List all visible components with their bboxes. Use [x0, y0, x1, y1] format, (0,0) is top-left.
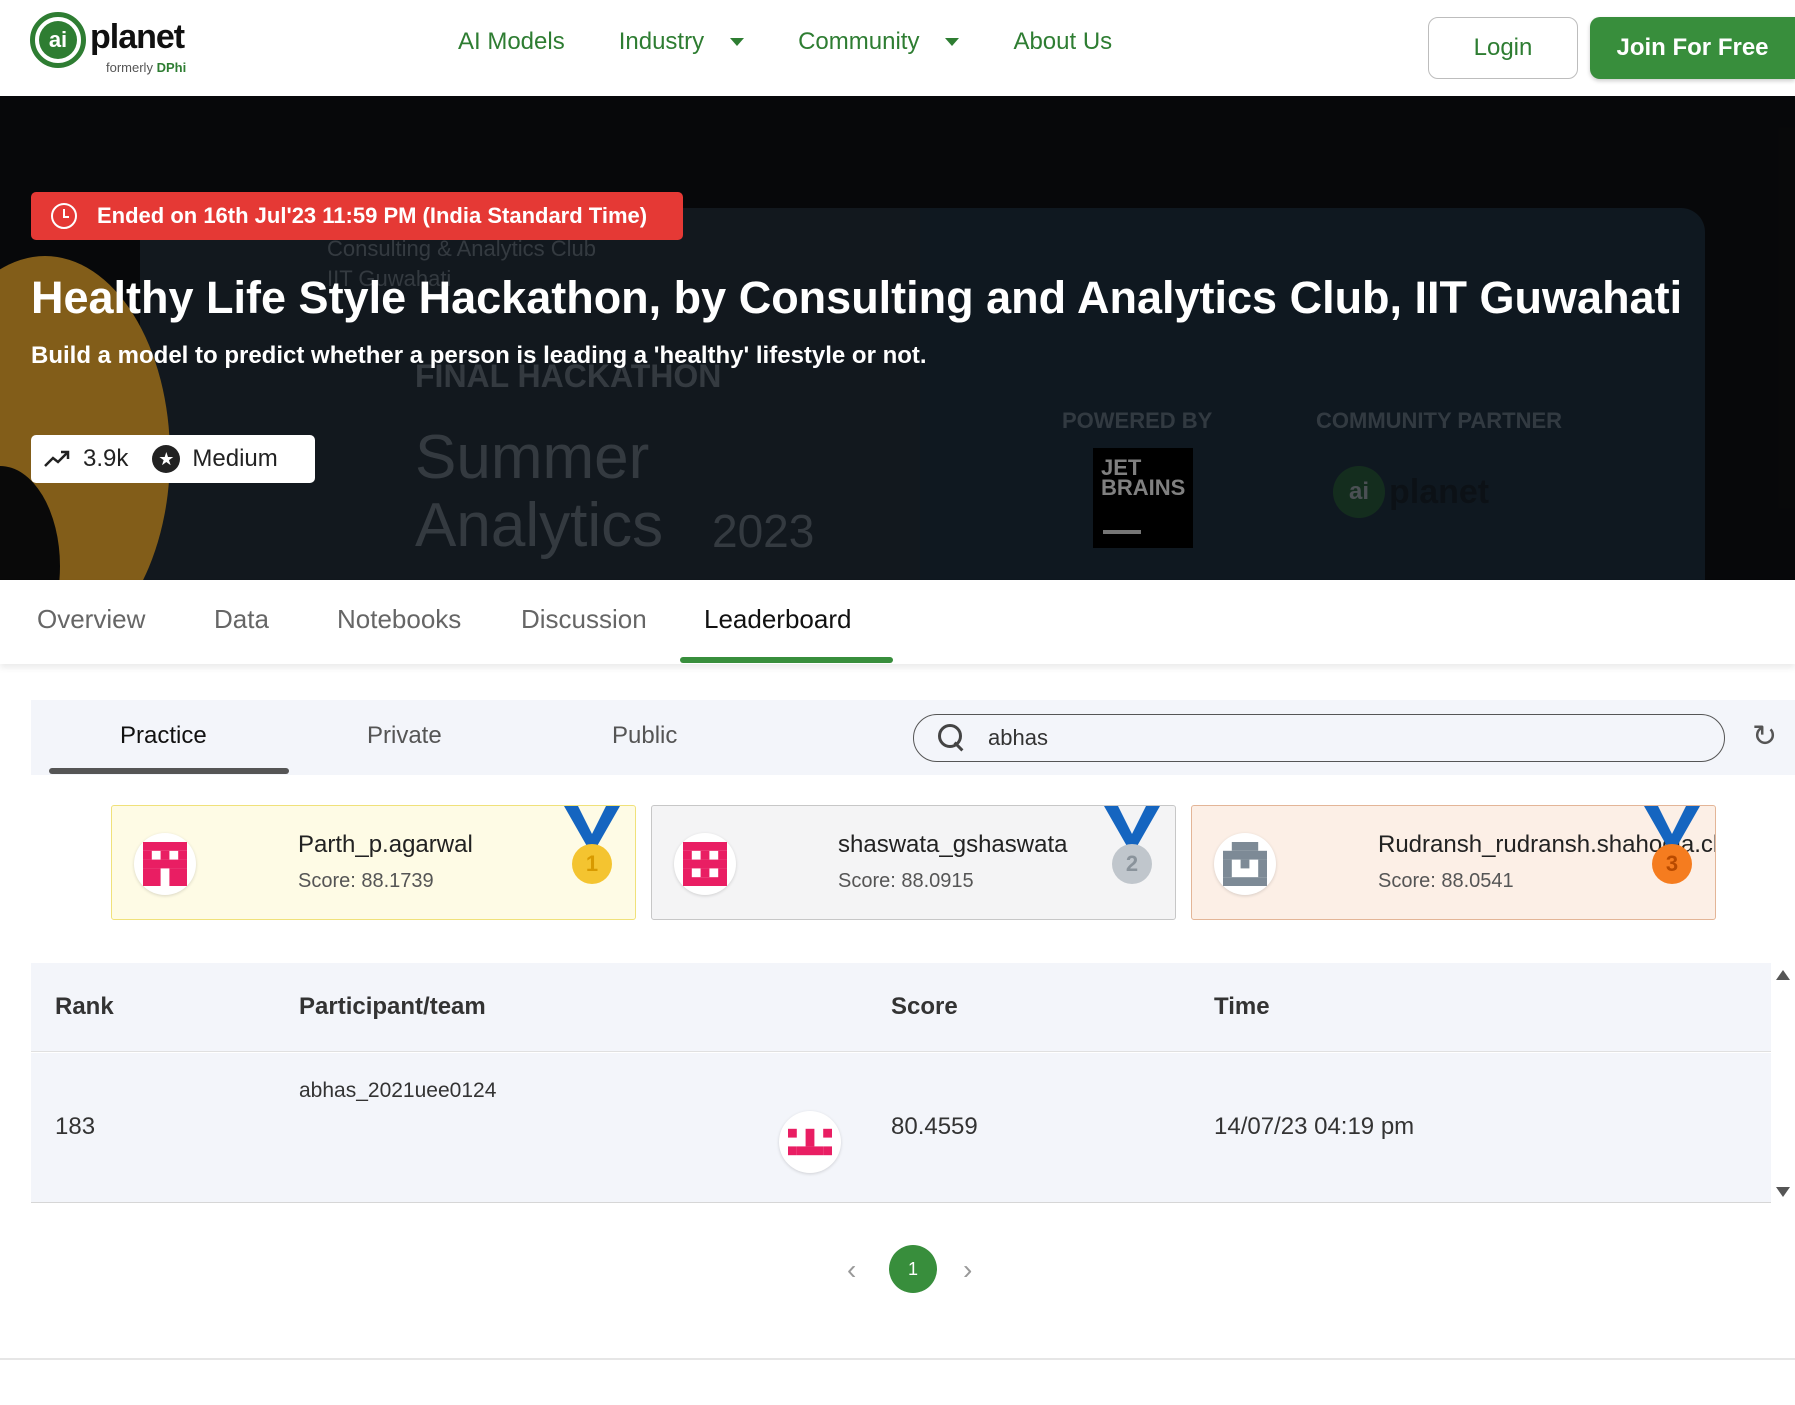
hero-overlay: [0, 96, 1795, 580]
difficulty-label: Medium: [192, 445, 278, 472]
medal-ribbon: [1104, 806, 1160, 848]
avatar: [134, 833, 196, 895]
leaderboard-search: [913, 714, 1725, 762]
subtab-private[interactable]: Private: [367, 722, 442, 750]
search-icon: [938, 724, 966, 752]
medal-rank: 1: [572, 844, 612, 884]
column-participant: Participant/team: [299, 993, 486, 1020]
logo-formerly-brand: DPhi: [156, 60, 187, 75]
clock-icon: [51, 203, 77, 229]
tab-notebooks[interactable]: Notebooks: [337, 604, 461, 635]
medal-ribbon: [1644, 806, 1700, 848]
identicon: [788, 1128, 832, 1156]
avatar: [674, 833, 736, 895]
column-time: Time: [1214, 993, 1270, 1020]
logo-formerly: formerly DPhi: [106, 60, 186, 75]
trending-up-icon: [44, 450, 70, 467]
page-subtitle: Build a model to predict whether a perso…: [31, 342, 927, 369]
scroll-up-arrow-icon[interactable]: [1776, 970, 1790, 980]
nav-industry-label: Industry: [618, 28, 705, 55]
row-rank: 183: [55, 1113, 96, 1140]
avatar: [779, 1111, 841, 1173]
ended-status-text: Ended on 16th Jul'23 11:59 PM (India Sta…: [97, 203, 648, 228]
tab-overview[interactable]: Overview: [37, 604, 145, 635]
logo-mark-text: ai: [39, 21, 77, 59]
login-button[interactable]: Login: [1428, 17, 1578, 79]
tab-data[interactable]: Data: [214, 604, 269, 635]
nav-community[interactable]: Community: [798, 28, 960, 56]
column-score: Score: [891, 993, 958, 1020]
subtab-public[interactable]: Public: [612, 722, 677, 750]
active-subtab-indicator: [49, 768, 289, 774]
column-rank: Rank: [55, 993, 114, 1020]
pagination-current-page[interactable]: 1: [889, 1245, 937, 1293]
top3-score: Score: 88.1739: [298, 870, 434, 892]
top3-score: Score: 88.0915: [838, 870, 974, 892]
top3-score: Score: 88.0541: [1378, 870, 1514, 892]
identicon: [143, 842, 187, 886]
ended-status-badge: Ended on 16th Jul'23 11:59 PM (India Sta…: [31, 192, 683, 240]
site-header: ai planet formerly DPhi AI Models Indust…: [0, 0, 1795, 96]
top3-card-third: Rudransh_rudransh.shahodia.che Score: 88…: [1191, 805, 1716, 920]
nav-industry[interactable]: Industry: [618, 28, 745, 56]
medal-rank: 2: [1112, 844, 1152, 884]
tab-leaderboard[interactable]: Leaderboard: [704, 604, 851, 635]
nav-about-us[interactable]: About Us: [1013, 28, 1112, 56]
scroll-down-arrow-icon[interactable]: [1776, 1187, 1790, 1197]
nav-about-us-label: About Us: [1013, 28, 1113, 55]
page-title: Healthy Life Style Hackathon, by Consult…: [31, 272, 1683, 323]
nav-ai-models[interactable]: AI Models: [458, 28, 565, 56]
logo-mark: ai: [30, 12, 86, 68]
main-nav: AI Models Industry Community About Us: [458, 28, 1112, 56]
challenge-tabs: Overview Data Notebooks Discussion Leade…: [0, 580, 1795, 664]
footer-divider: [0, 1358, 1795, 1360]
top3-card-first: Parth_p.agarwal Score: 88.1739 1: [111, 805, 636, 920]
refresh-icon[interactable]: ↻: [1752, 722, 1782, 752]
top3-name: Parth_p.agarwal: [298, 831, 473, 858]
join-for-free-button[interactable]: Join For Free: [1590, 17, 1795, 79]
pagination-next-icon[interactable]: ›: [963, 1254, 972, 1286]
logo-formerly-text: formerly: [106, 60, 153, 75]
challenge-stats: 3.9k ★ Medium: [31, 435, 315, 483]
leaderboard-table-header: Rank Participant/team Score Time: [31, 963, 1771, 1052]
caret-down-icon: [730, 38, 745, 46]
ai-planet-logo[interactable]: ai planet formerly DPhi: [30, 12, 186, 75]
medal-rank: 3: [1652, 844, 1692, 884]
difficulty-stat: ★ Medium: [138, 445, 278, 473]
nav-ai-models-label: AI Models: [458, 28, 565, 55]
identicon: [683, 842, 727, 886]
caret-down-icon: [945, 38, 960, 46]
row-time: 14/07/23 04:19 pm: [1214, 1113, 1415, 1140]
tab-discussion[interactable]: Discussion: [521, 604, 647, 635]
table-row[interactable]: 183 abhas_2021uee0124 80.4559 14/07/23 0…: [31, 1053, 1771, 1203]
views-count: 3.9k: [83, 445, 129, 472]
active-tab-indicator: [680, 657, 893, 663]
row-participant: abhas_2021uee0124: [299, 1079, 497, 1102]
identicon: [1223, 842, 1267, 886]
gold-medal-icon: 1: [562, 806, 622, 896]
search-input[interactable]: [988, 725, 1688, 751]
star-icon: ★: [152, 445, 181, 473]
logo-word: planet: [90, 18, 185, 56]
pagination-prev-icon[interactable]: ‹: [847, 1254, 856, 1286]
nav-community-label: Community: [798, 28, 920, 55]
top3-name: shaswata_gshaswata: [838, 831, 1068, 858]
row-score: 80.4559: [891, 1113, 978, 1140]
bronze-medal-icon: 3: [1642, 806, 1702, 896]
silver-medal-icon: 2: [1102, 806, 1162, 896]
views-stat: 3.9k: [43, 445, 128, 473]
top3-card-second: shaswata_gshaswata Score: 88.0915 2: [651, 805, 1176, 920]
hero-banner: Consulting & Analytics Club IIT Guwahati…: [0, 96, 1795, 580]
avatar: [1214, 833, 1276, 895]
medal-ribbon: [564, 806, 620, 848]
subtab-practice[interactable]: Practice: [120, 722, 207, 750]
